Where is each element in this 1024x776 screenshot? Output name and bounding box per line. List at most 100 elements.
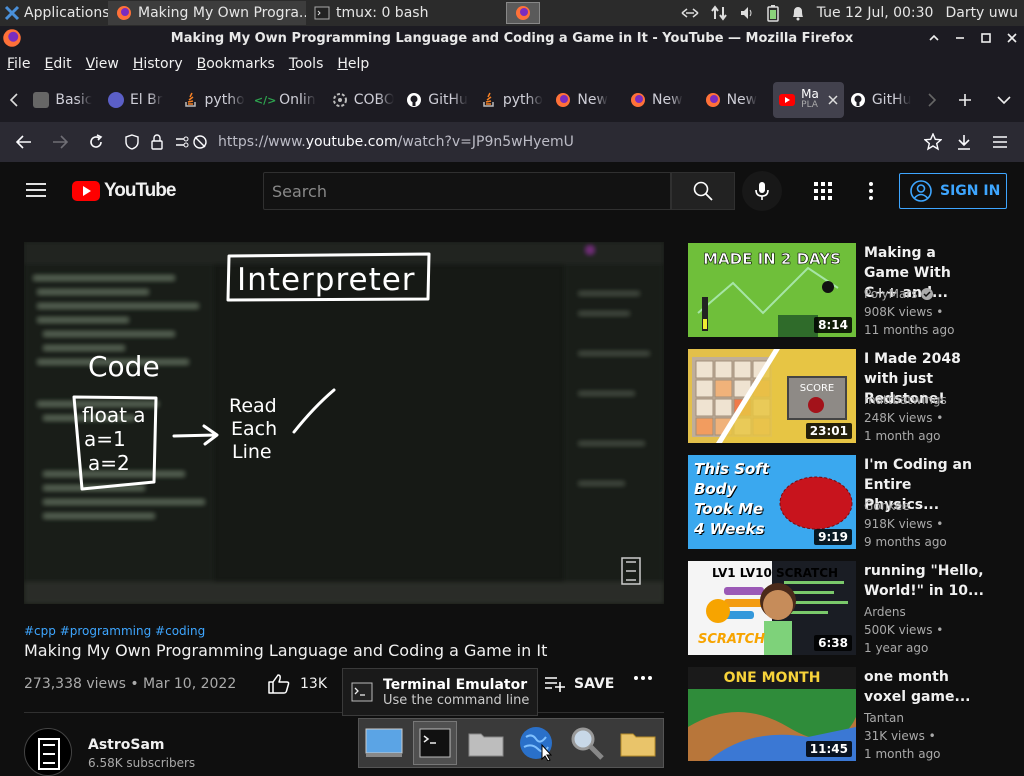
- recommendation-channel[interactable]: mattbatwings: [864, 393, 947, 407]
- lock-icon[interactable]: [150, 134, 164, 150]
- like-button[interactable]: 13K: [268, 674, 327, 694]
- recommendation-channel[interactable]: Gonkee: [864, 499, 910, 513]
- system-tray: Tue 12 Jul, 00:30 Darty uwu: [681, 4, 1024, 22]
- recommendation-thumbnail[interactable]: This Soft Body Took Me 4 Weeks 9:19: [688, 455, 856, 549]
- dock-web-browser[interactable]: [514, 721, 558, 765]
- close-button[interactable]: [1006, 32, 1018, 44]
- minimize-button[interactable]: [954, 32, 966, 44]
- recommendation-thumbnail[interactable]: MADE IN 2 DAYS 8:14: [688, 243, 856, 337]
- user-menu[interactable]: Darty uwu: [945, 5, 1018, 21]
- tab-basic[interactable]: Basic: [27, 82, 102, 118]
- recommendation-item[interactable]: ONE MONTH 11:45 one month voxel game... …: [688, 667, 1024, 763]
- recommendation-item[interactable]: SCORE 23:01 I Made 2048 with just Redsto…: [688, 349, 1024, 445]
- applications-label: Applications: [24, 5, 108, 21]
- taskbar-firefox[interactable]: Making My Own Progra...: [108, 1, 306, 25]
- dock-folder[interactable]: [616, 721, 660, 765]
- battery-icon[interactable]: [766, 4, 779, 22]
- menu-edit[interactable]: Edit: [37, 56, 78, 72]
- more-actions-icon[interactable]: [634, 676, 654, 680]
- firefox-icon: [630, 92, 646, 108]
- forward-button[interactable]: [42, 124, 78, 160]
- recommendation-thumbnail[interactable]: SCRATCH LV1 LV10 SCRATCH 6:38: [688, 561, 856, 655]
- reload-button[interactable]: [78, 124, 114, 160]
- github-icon: [850, 92, 866, 108]
- dock-terminal[interactable]: [412, 721, 457, 765]
- dock-tooltip: Terminal Emulator Use the command line: [342, 668, 538, 716]
- dock-file-manager[interactable]: [464, 721, 508, 765]
- tab-python-so-2[interactable]: pytho: [475, 82, 550, 118]
- recommendation-item[interactable]: MADE IN 2 DAYS 8:14 Making a Game With C…: [688, 243, 1024, 339]
- video-hashtags[interactable]: #cpp #programming #coding: [24, 624, 205, 638]
- recommendation-channel-name: mattbatwings: [864, 393, 947, 407]
- youtube-play-icon: [72, 181, 100, 201]
- workspace-switcher[interactable]: [506, 2, 540, 24]
- hamburger-menu-icon[interactable]: [26, 182, 46, 198]
- tab-el-br[interactable]: El Br: [102, 82, 177, 118]
- taskbar-terminal[interactable]: tmux: 0 bash: [306, 1, 466, 25]
- tab-scroll-left-button[interactable]: [0, 93, 27, 107]
- bookmark-star-icon[interactable]: [924, 133, 942, 151]
- recommendation-title[interactable]: running "Hello, World!" in 10...: [864, 561, 984, 601]
- network-arrows-icon[interactable]: [681, 6, 699, 20]
- tab-new-1[interactable]: New: [549, 82, 624, 118]
- volume-icon[interactable]: [739, 5, 755, 21]
- tracking-shield-icon[interactable]: [124, 134, 140, 150]
- menu-history[interactable]: History: [126, 56, 190, 72]
- dock-show-desktop[interactable]: [362, 721, 406, 765]
- recommendation-thumbnail[interactable]: ONE MONTH 11:45: [688, 667, 856, 761]
- tab-github-2[interactable]: GitHu: [844, 82, 919, 118]
- search-button[interactable]: [671, 172, 735, 210]
- new-tab-button[interactable]: [946, 93, 985, 107]
- menu-file[interactable]: File: [0, 56, 37, 72]
- chevron-up-icon[interactable]: [928, 32, 940, 44]
- recommendation-channel[interactable]: PolyMars: [864, 287, 934, 301]
- app-menu-button[interactable]: [982, 124, 1018, 160]
- recommendation-channel[interactable]: Tantan: [864, 711, 904, 725]
- permissions-icon[interactable]: [174, 134, 208, 150]
- voice-search-button[interactable]: [742, 171, 782, 211]
- search-input[interactable]: Search: [263, 172, 671, 210]
- recommendation-thumbnail[interactable]: SCORE 23:01: [688, 349, 856, 443]
- menu-tools[interactable]: Tools: [282, 56, 331, 72]
- channel-avatar[interactable]: [24, 728, 72, 776]
- terminal-icon: [351, 682, 373, 702]
- dock-search[interactable]: [565, 721, 609, 765]
- menu-bookmarks[interactable]: Bookmarks: [190, 56, 282, 72]
- tab-cobol[interactable]: COBO: [326, 82, 401, 118]
- tab-scroll-right-button[interactable]: [918, 93, 945, 107]
- apps-grid-icon[interactable]: [814, 182, 832, 200]
- menu-help[interactable]: Help: [330, 56, 376, 72]
- recommendation-views: 918K views •: [864, 517, 944, 531]
- url-text[interactable]: https://www.youtube.com/watch?v=JP9n5wHy…: [218, 134, 574, 150]
- applications-menu-button[interactable]: Applications: [0, 0, 108, 26]
- save-button[interactable]: SAVE: [544, 676, 614, 692]
- youtube-logo[interactable]: YouTube: [72, 180, 176, 202]
- tab-python-so-1[interactable]: pytho: [177, 82, 252, 118]
- url-bar[interactable]: https://www.youtube.com/watch?v=JP9n5wHy…: [116, 126, 948, 158]
- list-all-tabs-button[interactable]: [985, 95, 1024, 105]
- recommendation-channel[interactable]: Ardens: [864, 605, 906, 619]
- video-duration: 8:14: [814, 317, 852, 333]
- tab-youtube-active[interactable]: Ma PLA: [773, 82, 844, 118]
- taskbar-firefox-label: Making My Own Progra...: [138, 5, 306, 21]
- clock[interactable]: Tue 12 Jul, 00:30: [817, 5, 934, 21]
- channel-name[interactable]: AstroSam: [88, 737, 165, 753]
- video-player[interactable]: Interpreter Code float a a=1 a=2 Read Ea…: [24, 242, 664, 604]
- back-button[interactable]: [6, 124, 42, 160]
- tab-new-2[interactable]: New: [624, 82, 699, 118]
- tooltip-title: Terminal Emulator: [383, 676, 528, 693]
- recommendation-item[interactable]: SCRATCH LV1 LV10 SCRATCH 6:38 running "H…: [688, 561, 1024, 657]
- downloads-button[interactable]: [946, 124, 982, 160]
- tab-online[interactable]: </> Onlin: [251, 82, 326, 118]
- transfer-icon[interactable]: [710, 5, 727, 21]
- settings-more-icon[interactable]: [868, 182, 874, 200]
- menu-view[interactable]: View: [79, 56, 126, 72]
- maximize-button[interactable]: [980, 32, 992, 44]
- sign-in-button[interactable]: SIGN IN: [899, 173, 1007, 209]
- tab-new-3[interactable]: New: [699, 82, 774, 118]
- tab-github-1[interactable]: GitHu: [400, 82, 475, 118]
- tab-close-icon[interactable]: [828, 95, 838, 105]
- recommendation-title[interactable]: one month voxel game...: [864, 667, 984, 707]
- recommendation-item[interactable]: This Soft Body Took Me 4 Weeks 9:19 I'm …: [688, 455, 1024, 551]
- notification-bell-icon[interactable]: [791, 5, 805, 21]
